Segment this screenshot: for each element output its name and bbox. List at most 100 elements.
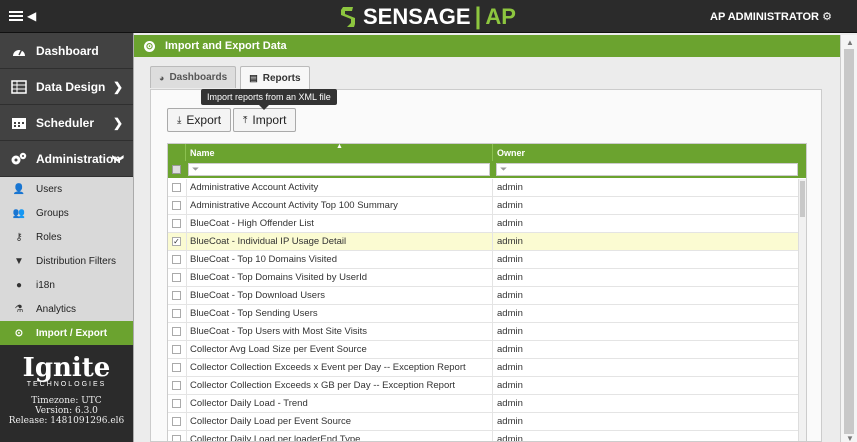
import-button[interactable]: ⤒ Import <box>233 108 297 132</box>
column-divider <box>186 251 187 269</box>
sidebar-item-users[interactable]: 👤 Users <box>0 177 133 201</box>
sidebar-item-data-design[interactable]: Data Design ❯ <box>0 69 133 105</box>
table-row[interactable]: Collector Avg Load Size per Event Source… <box>168 341 800 359</box>
column-header-owner[interactable]: Owner <box>497 148 525 158</box>
tab-bar: ◕ Dashboards ▤ Reports <box>150 66 314 89</box>
column-divider <box>492 413 493 431</box>
column-divider <box>492 395 493 413</box>
scroll-down-icon[interactable]: ▼ <box>846 434 854 442</box>
sidebar-item-scheduler[interactable]: Scheduler ❯ <box>0 105 133 141</box>
grid-scroll-thumb[interactable] <box>800 181 805 217</box>
menu-toggle-button[interactable]: ◀ <box>9 9 36 26</box>
sidebar-item-administration[interactable]: Administration ❯ <box>0 141 133 177</box>
row-checkbox[interactable] <box>172 435 181 441</box>
sidebar-item-label: Roles <box>36 231 62 243</box>
column-divider <box>492 215 493 233</box>
column-header-name[interactable]: Name <box>190 148 215 158</box>
cell-name: BlueCoat - High Offender List <box>190 218 314 229</box>
table-row[interactable]: BlueCoat - Top Domains Visited by UserId… <box>168 269 800 287</box>
row-checkbox[interactable] <box>172 381 181 390</box>
row-checkbox[interactable] <box>172 345 181 354</box>
table-row[interactable]: Collector Collection Exceeds x Event per… <box>168 359 800 377</box>
gear-icon[interactable]: ⚙ <box>822 10 832 23</box>
cell-owner: admin <box>497 218 523 229</box>
row-checkbox[interactable] <box>172 273 181 282</box>
tab-dashboards[interactable]: ◕ Dashboards <box>150 66 237 88</box>
administration-submenu: 👤 Users 👥 Groups ⚷ Roles ▼ Distribution … <box>0 177 133 345</box>
table-row[interactable]: Collector Daily Load per Event Source adm… <box>168 413 800 431</box>
table-row[interactable]: BlueCoat - Top Sending Users admin <box>168 305 800 323</box>
dashboard-icon <box>10 43 28 59</box>
grid-scrollbar[interactable] <box>798 179 806 441</box>
table-row[interactable]: BlueCoat - High Offender List admin <box>168 215 800 233</box>
cell-owner: admin <box>497 182 523 193</box>
column-divider <box>186 431 187 441</box>
column-divider <box>186 377 187 395</box>
column-divider <box>186 323 187 341</box>
table-row[interactable]: Administrative Account Activity admin <box>168 179 800 197</box>
table-row[interactable]: BlueCoat - Top Download Users admin <box>168 287 800 305</box>
select-all-checkbox[interactable] <box>172 165 181 174</box>
row-checkbox[interactable] <box>172 399 181 408</box>
user-menu[interactable]: AP ADMINISTRATOR <box>710 11 819 23</box>
import-label: Import <box>252 113 287 127</box>
cell-name: BlueCoat - Top Domains Visited by UserId <box>190 272 368 283</box>
row-checkbox[interactable] <box>172 291 181 300</box>
table-row[interactable]: Collector Collection Exceeds x GB per Da… <box>168 377 800 395</box>
scroll-thumb[interactable] <box>844 49 854 434</box>
row-checkbox[interactable] <box>172 309 181 318</box>
ignite-logo-sub: TECHNOLOGIES <box>26 381 107 388</box>
sidebar-item-label: Groups <box>36 207 69 219</box>
export-button[interactable]: ⤓ Export <box>167 108 232 132</box>
reports-grid: ▲ Name Owner ⏷ ⏷ Administrative Account … <box>167 143 807 442</box>
sidebar-item-groups[interactable]: 👥 Groups <box>0 201 133 225</box>
name-filter-input[interactable]: ⏷ <box>188 163 490 176</box>
company-logo-area: Ignite TECHNOLOGIES Timezone: UTC Versio… <box>0 345 133 442</box>
row-checkbox[interactable] <box>172 201 181 210</box>
sidebar-item-import-export[interactable]: ⊙ Import / Export <box>0 321 133 345</box>
cell-name: BlueCoat - Top Users with Most Site Visi… <box>190 326 368 337</box>
owner-filter-input[interactable]: ⏷ <box>496 163 798 176</box>
sidebar-item-dashboard[interactable]: Dashboard <box>0 33 133 69</box>
cell-name: Administrative Account Activity Top 100 … <box>190 200 398 211</box>
column-divider <box>492 179 493 197</box>
page-scrollbar[interactable]: ▲ ▼ <box>840 35 857 442</box>
column-divider <box>492 341 493 359</box>
column-divider <box>186 269 187 287</box>
table-row[interactable]: ✓ BlueCoat - Individual IP Usage Detail ad… <box>168 233 800 251</box>
row-checkbox[interactable] <box>172 255 181 264</box>
cell-name: BlueCoat - Top 10 Domains Visited <box>190 254 337 265</box>
column-divider <box>186 413 187 431</box>
sidebar-item-i18n[interactable]: ● i18n <box>0 273 133 297</box>
import-export-icon: ⊙ <box>14 327 24 339</box>
row-checkbox[interactable]: ✓ <box>172 237 181 246</box>
grid-rows: Administrative Account Activity admin Admi… <box>168 179 800 442</box>
column-divider <box>186 341 187 359</box>
table-row[interactable]: Administrative Account Activity Top 100 … <box>168 197 800 215</box>
sidebar-item-analytics[interactable]: ⚗ Analytics <box>0 297 133 321</box>
row-checkbox[interactable] <box>172 219 181 228</box>
column-divider <box>492 359 493 377</box>
scroll-up-icon[interactable]: ▲ <box>846 38 854 47</box>
table-row[interactable]: BlueCoat - Top Users with Most Site Visi… <box>168 323 800 341</box>
cell-name: Collector Daily Load per loaderEnd Type <box>190 434 361 442</box>
globe-icon: ● <box>15 279 23 291</box>
tab-label: Reports <box>262 72 301 84</box>
filter-icon: ▼ <box>14 255 24 267</box>
sidebar-item-roles[interactable]: ⚷ Roles <box>0 225 133 249</box>
row-checkbox[interactable] <box>172 363 181 372</box>
row-checkbox[interactable] <box>172 417 181 426</box>
table-row[interactable]: Collector Daily Load per loaderEnd Type a… <box>168 431 800 442</box>
cell-name: BlueCoat - Top Download Users <box>190 290 326 301</box>
table-row[interactable]: Collector Daily Load - Trend admin <box>168 395 800 413</box>
row-checkbox[interactable] <box>172 183 181 192</box>
table-row[interactable]: BlueCoat - Top 10 Domains Visited admin <box>168 251 800 269</box>
sidebar-item-distribution-filters[interactable]: ▼ Distribution Filters <box>0 249 133 273</box>
column-divider[interactable] <box>492 144 493 161</box>
grid-header: ▲ Name Owner <box>168 144 806 161</box>
brand-logo: SENSAGE | AP <box>339 3 516 30</box>
cell-owner: admin <box>497 416 523 427</box>
ignite-logo: Ignite <box>22 353 111 383</box>
row-checkbox[interactable] <box>172 327 181 336</box>
tab-reports[interactable]: ▤ Reports <box>240 66 310 89</box>
